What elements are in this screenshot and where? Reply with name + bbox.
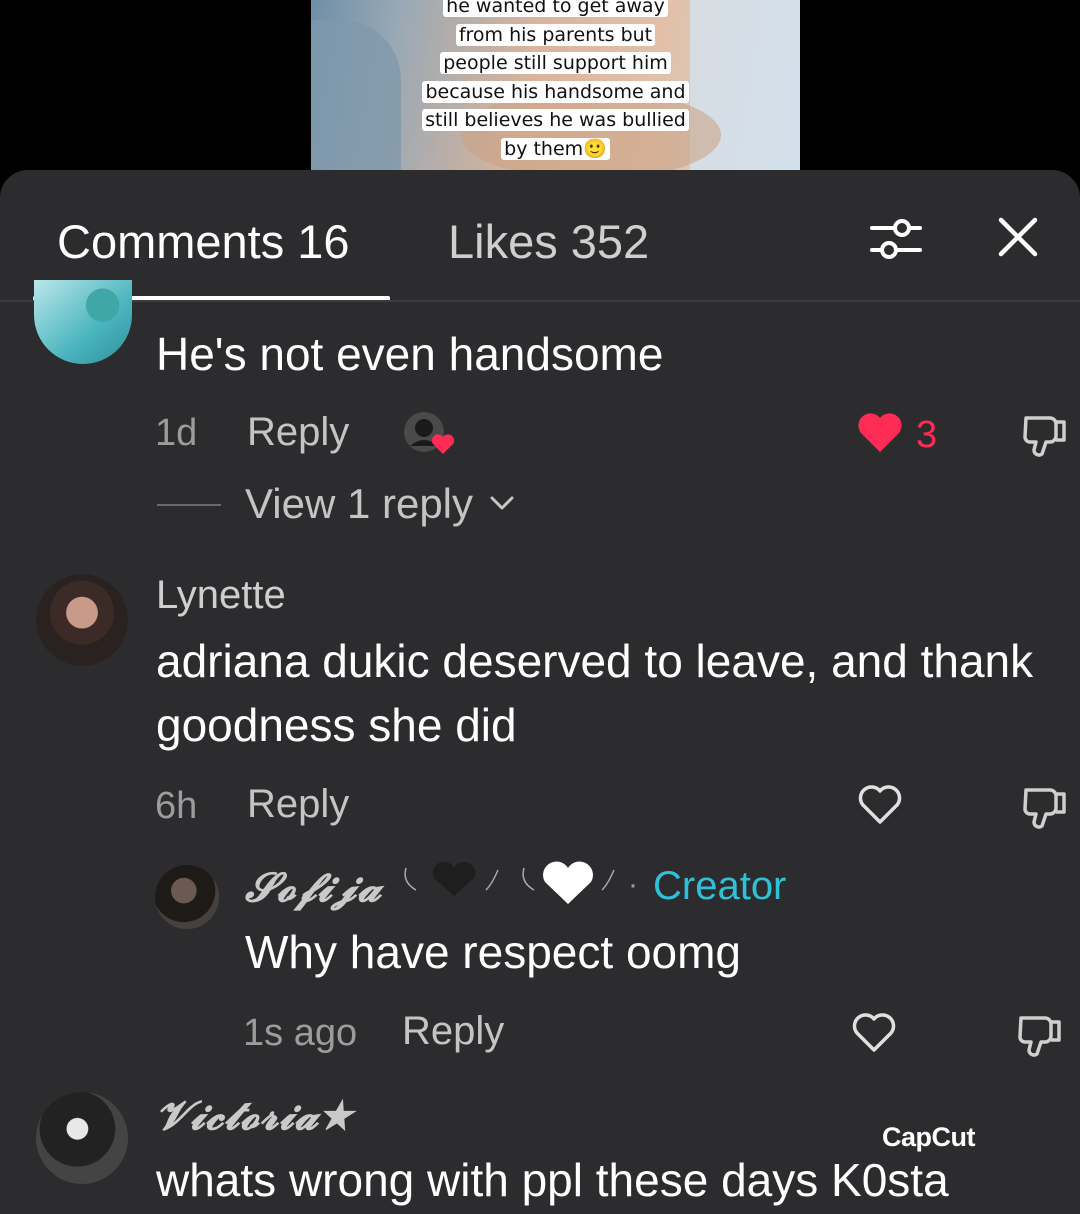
comment-author[interactable]: Lynette: [156, 573, 286, 618]
heart-icon[interactable]: [856, 782, 904, 826]
video-caption-overlay: he wanted to get away from his parents b…: [311, 0, 800, 163]
view-replies-button[interactable]: View 1 reply: [245, 480, 473, 528]
caption-line: he wanted to get away: [443, 0, 668, 17]
comment-text: Why have respect oomg: [245, 926, 742, 978]
replies-divider: [157, 504, 221, 506]
close-icon[interactable]: [995, 214, 1041, 260]
comment-text: adriana dukic deserved to leave, and tha…: [156, 635, 1034, 751]
comment-author[interactable]: 𝓢𝓸𝓯𝓲𝓳𝓪: [245, 864, 382, 911]
comment-timestamp: 1d: [155, 412, 198, 454]
avatar[interactable]: [36, 1092, 128, 1184]
heart-icon[interactable]: [850, 1010, 898, 1054]
tab-likes[interactable]: Likes 352: [448, 214, 649, 269]
thumbs-down-icon[interactable]: [1020, 410, 1070, 460]
comment-text: whats wrong with ppl these days K0sta: [156, 1154, 949, 1206]
panel-tabs: Comments 16 Likes 352: [0, 170, 1080, 302]
caption-line: still believes he was bullied: [422, 109, 689, 131]
reply-button[interactable]: Reply: [402, 1009, 504, 1054]
avatar[interactable]: [34, 280, 132, 364]
caption-line: because his handsome and: [422, 80, 689, 103]
like-count: 3: [916, 414, 938, 456]
comment-timestamp: 1s ago: [243, 1012, 358, 1054]
reply-button[interactable]: Reply: [247, 782, 349, 827]
thumbs-down-icon[interactable]: [1020, 782, 1070, 832]
heart-icon[interactable]: [856, 410, 904, 454]
video-preview[interactable]: he wanted to get away from his parents b…: [311, 0, 800, 170]
avatar[interactable]: [36, 574, 128, 666]
comment-author[interactable]: 𝓥𝓲𝓬𝓽𝓸𝓻𝓲𝓪★: [156, 1092, 353, 1139]
reply-button[interactable]: Reply: [247, 410, 349, 455]
heart-emoji-decoration: [404, 861, 615, 904]
creator-liked-icon: [404, 412, 455, 454]
tabs-divider: [0, 300, 1080, 302]
filter-sliders-icon[interactable]: [868, 214, 924, 264]
creator-badge: Creator: [653, 864, 787, 908]
tab-comments[interactable]: Comments 16: [57, 214, 350, 269]
comment-timestamp: 6h: [155, 785, 198, 827]
thumbs-down-icon[interactable]: [1015, 1010, 1065, 1060]
caption-line: people still support him: [440, 52, 671, 74]
capcut-watermark: CapCut: [882, 1122, 976, 1152]
chevron-down-icon[interactable]: [488, 494, 516, 514]
caption-line: from his parents but: [455, 23, 656, 46]
separator-dot: ·: [628, 868, 638, 901]
caption-line: by them🙂: [501, 137, 610, 160]
comments-panel: Comments 16 Likes 352 He's not even hand…: [0, 170, 1080, 1214]
comment-text: He's not even handsome: [156, 328, 664, 380]
avatar[interactable]: [155, 865, 219, 929]
